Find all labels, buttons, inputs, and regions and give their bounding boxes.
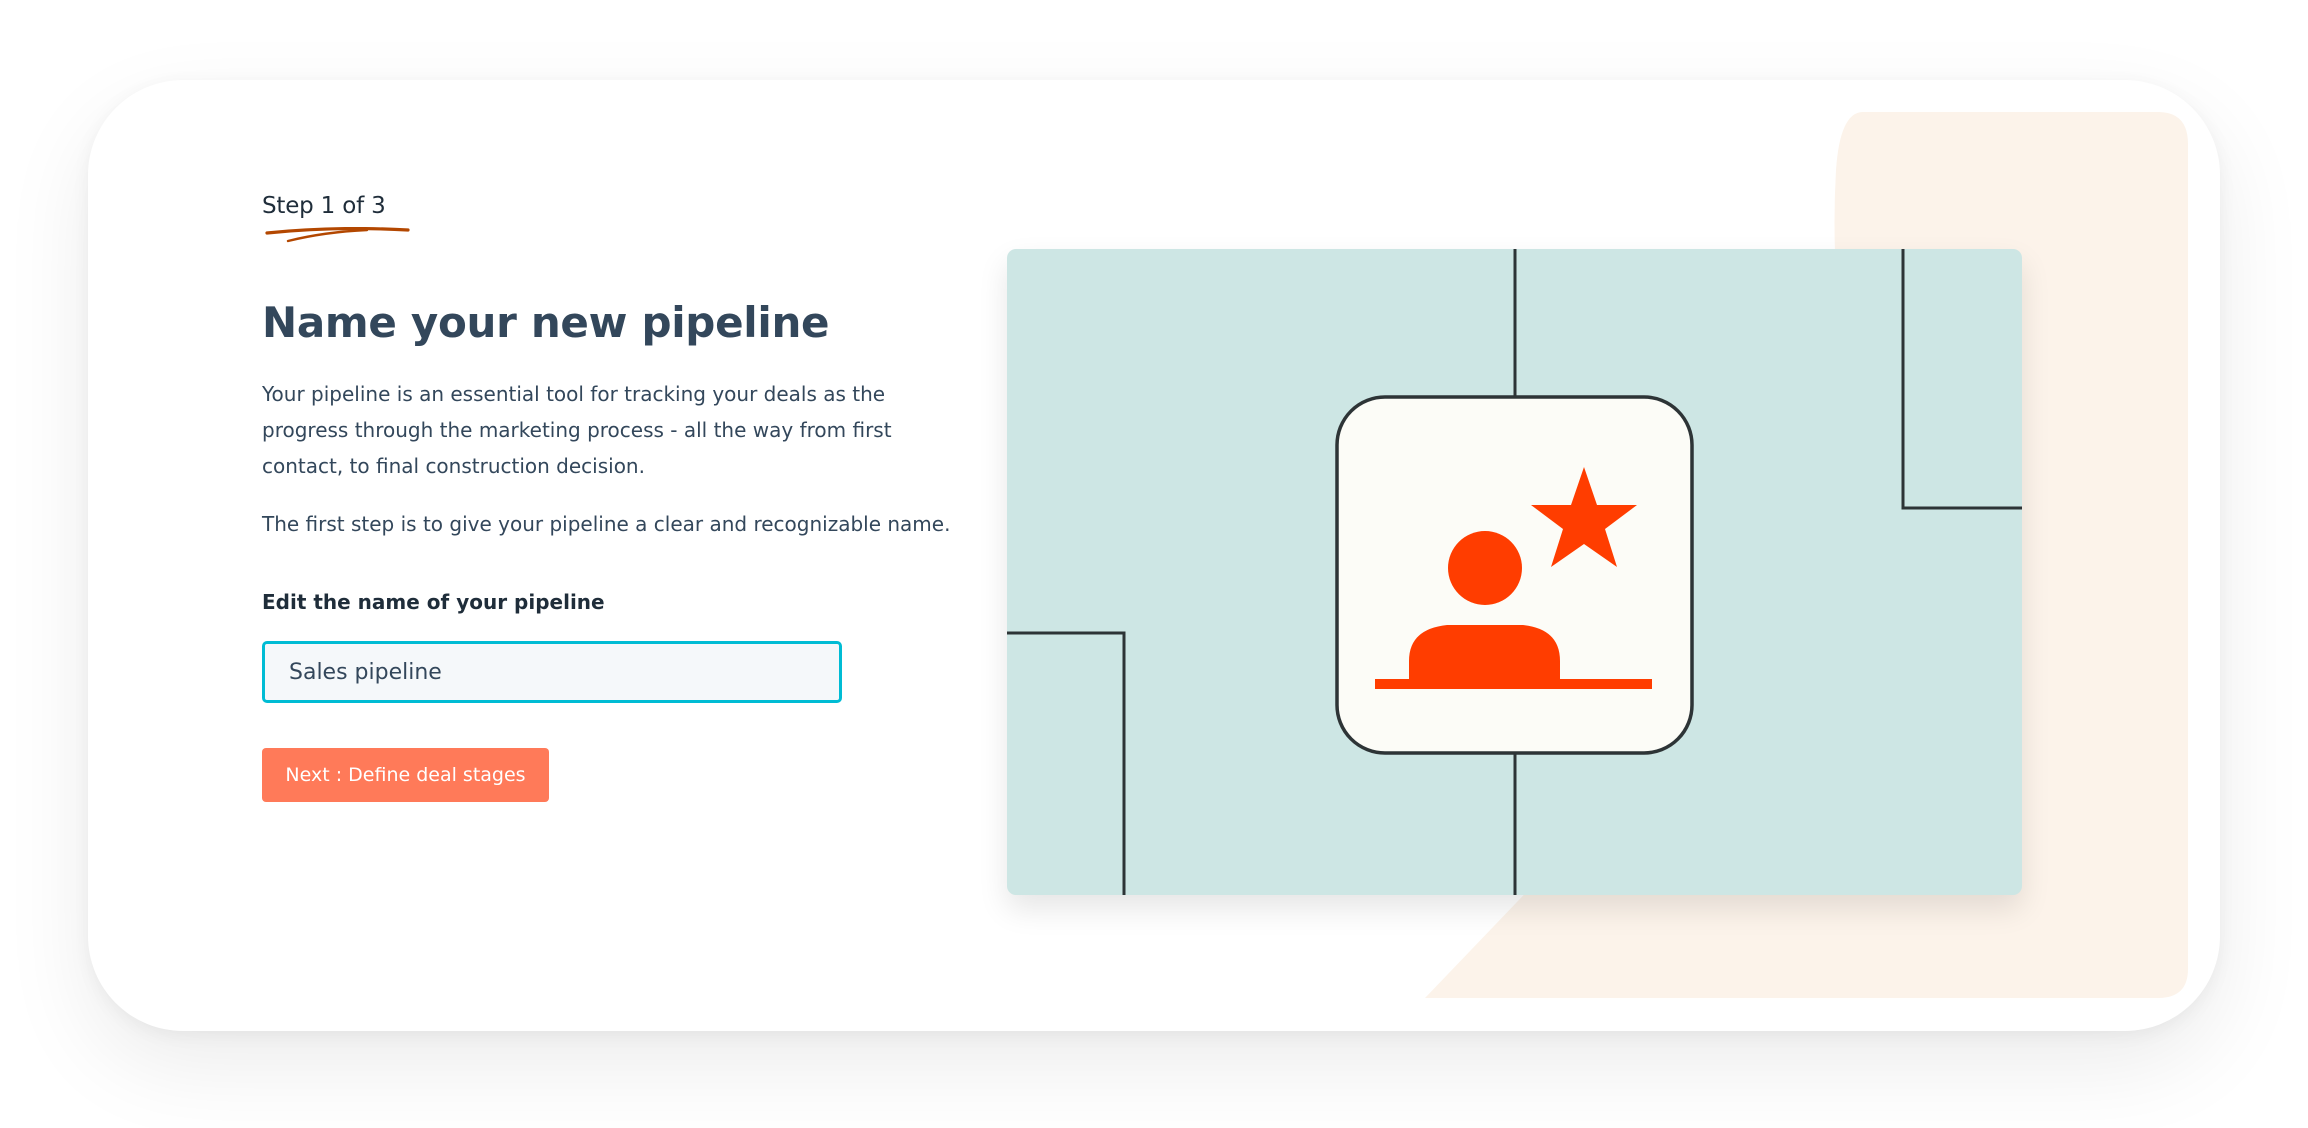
pipeline-description: Your pipeline is an essential tool for t… — [262, 382, 892, 478]
user-star-icon — [1335, 395, 1694, 755]
step-label: Step 1 of 3 — [262, 193, 386, 219]
pipeline-instruction: The first step is to give your pipeline … — [262, 512, 951, 536]
pipeline-name-input[interactable] — [262, 641, 842, 703]
next-define-deal-stages-button[interactable]: Next : Define deal stages — [262, 748, 549, 802]
illustration-lines — [1007, 249, 2022, 895]
pipeline-illustration — [1007, 249, 2022, 895]
onboarding-card: Step 1 of 3 Name your new pipeline Your … — [88, 80, 2220, 1031]
pipeline-name-label: Edit the name of your pipeline — [262, 590, 605, 614]
step-indicator: Step 1 of 3 — [262, 193, 410, 243]
page-title: Name your new pipeline — [262, 298, 830, 347]
step-underline — [265, 227, 410, 243]
